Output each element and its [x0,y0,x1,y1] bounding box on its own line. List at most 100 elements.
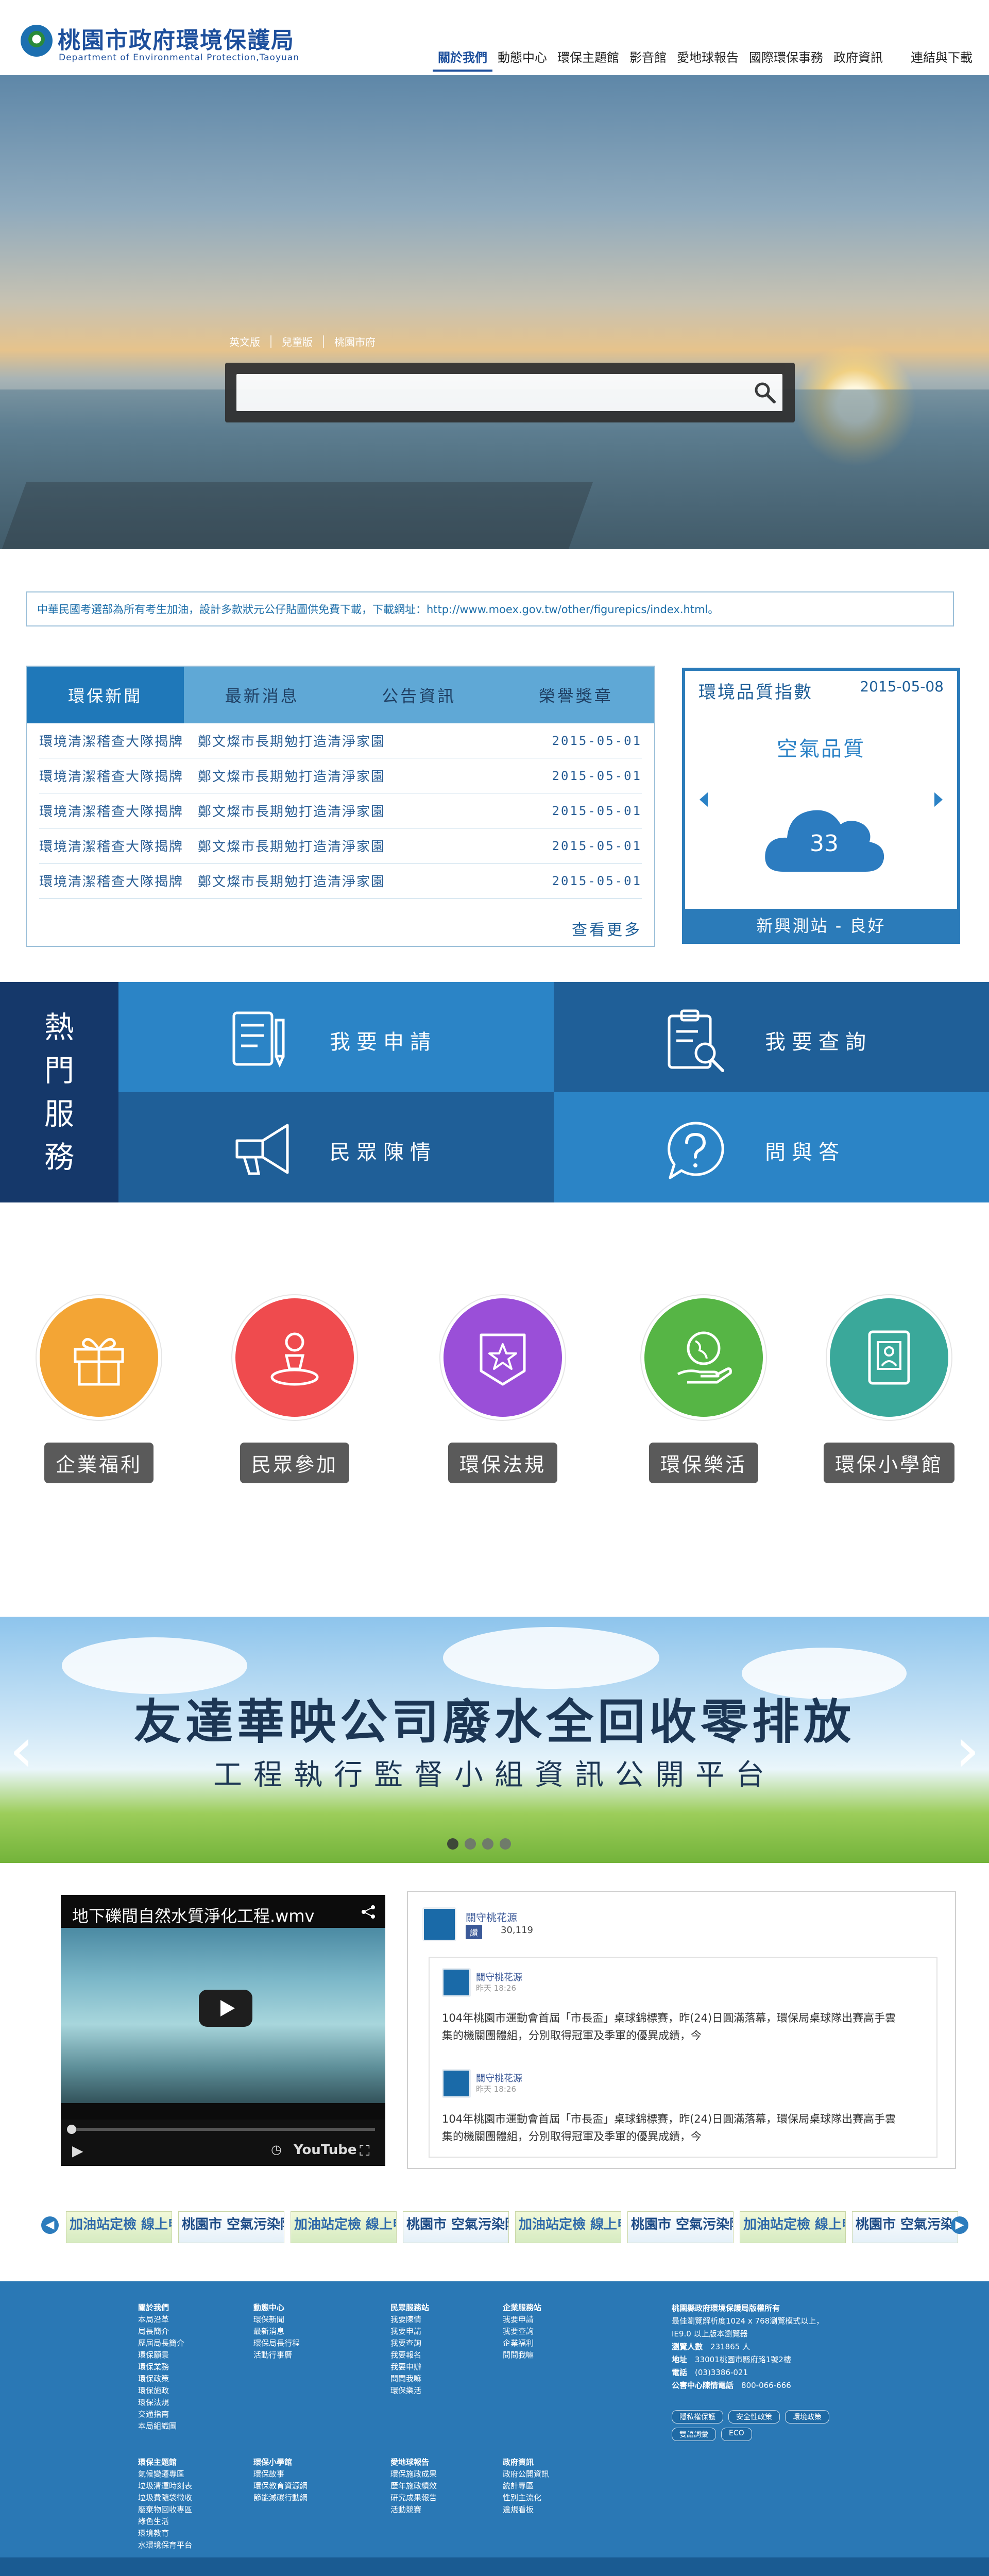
link-banner[interactable]: 桃園市 空氣污染防制基金 [403,2211,509,2243]
footer-link[interactable]: 政府公開資訊 [503,2468,549,2480]
link-kids[interactable]: 兒童版 [282,334,313,349]
footer-link[interactable]: 研究成果報告 [390,2492,437,2504]
glossary-button[interactable]: 雙語詞彙 [672,2428,716,2441]
footer-link[interactable]: 交通指南 [138,2409,184,2420]
circle-disc[interactable] [640,1294,767,1421]
footer-link[interactable]: 環保施政 [138,2385,184,2397]
link-banner[interactable]: 加油站定檢 線上申報系統 [740,2211,846,2243]
nav-news-center[interactable]: 動態中心 [492,43,552,72]
fb-like-button[interactable]: 讚 [466,1925,483,1939]
news-more-link[interactable]: 查看更多 [572,917,642,940]
slide-dot[interactable] [500,1838,511,1850]
apply-button[interactable]: 我要申請 [118,982,554,1092]
news-row[interactable]: 環境清潔稽查大隊揭牌 鄭文燦市長期勉打造清淨家園 2015-05-01 [39,758,642,793]
footer-link[interactable]: 統計專區 [503,2480,549,2492]
footer-link[interactable]: 環保業務 [138,2361,184,2373]
youtube-logo[interactable]: YouTube [294,2142,356,2158]
footer-link[interactable]: 水環境保育平台 [138,2539,192,2551]
link-banner[interactable]: 加油站定檢 線上申報系統 [515,2211,621,2243]
footer-link[interactable]: 垃圾費隨袋徵收 [138,2492,192,2504]
circle-public-participation[interactable]: 民眾參加 [228,1294,362,1483]
link-city-gov[interactable]: 桃園市府 [334,334,376,349]
query-button[interactable]: 我要查詢 [554,982,989,1092]
footer-link[interactable]: 本局組織圖 [138,2420,184,2432]
footer-link[interactable]: 我要查詢 [390,2337,429,2349]
nav-about[interactable]: 關於我們 [433,43,492,72]
circle-disc[interactable] [231,1294,358,1421]
footer-link[interactable]: 活動行事曆 [253,2349,300,2361]
footer-column-heading[interactable]: 關於我們 [138,2302,184,2314]
video-player[interactable]: 地下礫間自然水質淨化工程.wmv ▶ ◷ YouTube ⛶ [61,1895,385,2166]
nav-international[interactable]: 國際環保事務 [744,43,828,72]
links-next-icon[interactable]: ▶ [951,2216,968,2234]
footer-column-heading[interactable]: 愛地球報告 [390,2456,437,2468]
circle-regulations[interactable]: 環保法規 [436,1294,570,1483]
footer-link[interactable]: 環保施政成果 [390,2468,437,2480]
nav-links-downloads[interactable]: 連結與下載 [906,43,978,72]
footer-column-heading[interactable]: 環保小學館 [253,2456,308,2468]
footer-link[interactable]: 環保法規 [138,2397,184,2409]
aq-prev-arrow-icon[interactable] [700,792,708,807]
footer-link[interactable]: 本局沿革 [138,2314,184,2326]
privacy-button[interactable]: 隱私權保護 [672,2410,723,2424]
footer-link[interactable]: 我要報名 [390,2349,429,2361]
footer-link[interactable]: 環保新聞 [253,2314,300,2326]
news-title[interactable]: 環境清潔稽查大隊揭牌 鄭文燦市長期勉打造清淨家園 [39,731,385,750]
footer-link[interactable]: 廢棄物回收專區 [138,2504,192,2516]
env-policy-button[interactable]: 環境政策 [785,2410,829,2424]
video-progress-bar[interactable] [71,2128,375,2131]
footer-column-heading[interactable]: 環保主題館 [138,2456,192,2468]
footer-column-heading[interactable]: 政府資訊 [503,2456,549,2468]
footer-link[interactable]: 氣候變遷專區 [138,2468,192,2480]
circle-label[interactable]: 民眾參加 [240,1443,349,1483]
news-row[interactable]: 環境清潔稽查大隊揭牌 鄭文燦市長期勉打造清淨家園 2015-05-01 [39,828,642,863]
footer-link[interactable]: 違規看板 [503,2504,549,2516]
slide-dot[interactable] [447,1838,458,1850]
circle-corporate-welfare[interactable]: 企業福利 [32,1294,166,1483]
play-icon[interactable]: ▶ [72,2142,83,2159]
footer-column-heading[interactable]: 企業服務站 [503,2302,541,2314]
fullscreen-icon[interactable]: ⛶ [360,2142,370,2160]
footer-link[interactable]: 綠色生活 [138,2516,192,2528]
footer-link[interactable]: 我要申辦 [390,2361,429,2373]
search-icon[interactable] [754,381,776,404]
news-title[interactable]: 環境清潔稽查大隊揭牌 鄭文燦市長期勉打造清淨家園 [39,836,385,855]
footer-link[interactable]: 最新消息 [253,2326,300,2337]
link-banner[interactable]: 桃園市 空氣污染防制基金 [178,2211,284,2243]
footer-link[interactable]: 歷年施政績效 [390,2480,437,2492]
footer-link[interactable]: 環保故事 [253,2468,308,2480]
circle-green-living[interactable]: 環保樂活 [637,1294,771,1483]
circle-kids-library[interactable]: 環保小學館 [822,1294,956,1483]
faq-button[interactable]: 問與答 [554,1092,989,1202]
promo-banner-slider[interactable]: 友達華映公司廢水全回收零排放 工程執行監督小組資訊公開平台 ‹ › [0,1617,989,1863]
link-banner[interactable]: 桃園市 空氣污染防制基金 [852,2211,958,2243]
banner-next-icon[interactable]: › [955,1720,980,1782]
footer-link[interactable]: 問問我嘛 [390,2373,429,2385]
fb-page-name[interactable]: 關守桃花源 [466,1909,517,1924]
circle-label[interactable]: 環保小學館 [823,1443,954,1483]
footer-link[interactable]: 歷屆局長簡介 [138,2337,184,2349]
fb-page-avatar[interactable] [422,1907,456,1941]
banner-prev-icon[interactable]: ‹ [9,1720,34,1782]
footer-link[interactable]: 我要查詢 [503,2326,541,2337]
link-banner[interactable]: 桃園市 空氣污染防制基金 [627,2211,734,2243]
nav-topics[interactable]: 環保主題館 [552,43,624,72]
video-scrubber[interactable] [67,2125,76,2134]
footer-link[interactable]: 環保局長行程 [253,2337,300,2349]
footer-link[interactable]: 環保樂活 [390,2385,429,2397]
tab-honors[interactable]: 榮譽獎章 [498,667,655,723]
site-logo[interactable]: 桃園市政府環境保護局 Department of Environmental P… [21,21,330,67]
footer-link[interactable]: 環境教育 [138,2528,192,2539]
fb-feed[interactable]: 關守桃花源 昨天 18:26 104年桃園市運動會首屆「市長盃」桌球錦標賽，昨(… [429,1957,937,2158]
link-english[interactable]: 英文版 [229,334,260,349]
clock-icon[interactable]: ◷ [271,2142,282,2157]
fb-post-avatar[interactable] [442,2069,471,2098]
slide-dot[interactable] [482,1838,493,1850]
marquee-notice[interactable]: 中華民國考選部為所有考生加油，設計多款狀元公仔貼圖供免費下載，下載網址：http… [26,591,954,626]
nav-gov-info[interactable]: 政府資訊 [828,43,888,72]
footer-link[interactable]: 環保願景 [138,2349,184,2361]
footer-link[interactable]: 垃圾清運時刻表 [138,2480,192,2492]
news-row[interactable]: 環境清潔稽查大隊揭牌 鄭文燦市長期勉打造清淨家園 2015-05-01 [39,863,642,899]
nav-media[interactable]: 影音館 [624,43,672,72]
aq-next-arrow-icon[interactable] [934,792,943,807]
